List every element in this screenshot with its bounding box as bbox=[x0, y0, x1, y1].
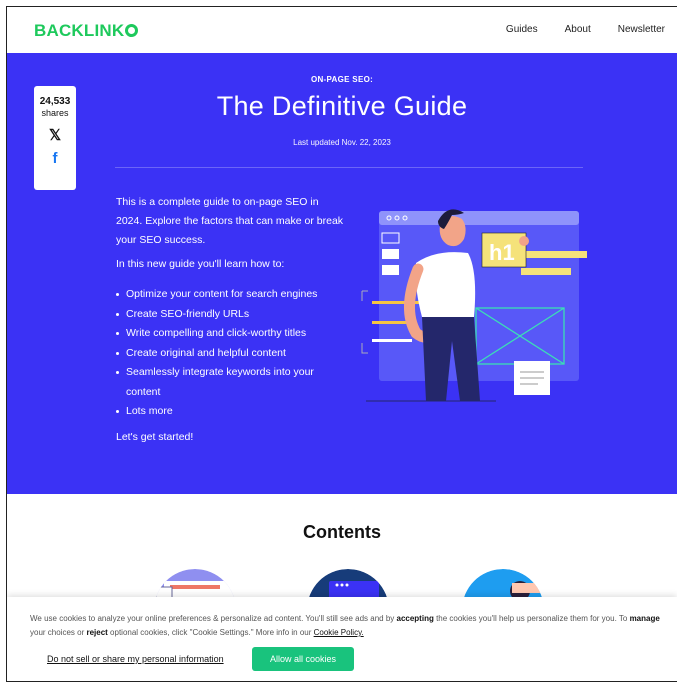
intro-text: This is a complete guide to on-page SEO … bbox=[116, 196, 344, 246]
list-item: Create SEO-friendly URLs bbox=[116, 305, 346, 325]
allow-all-cookies-button[interactable]: Allow all cookies bbox=[252, 647, 354, 671]
cookie-text-part: We use cookies to analyze your online pr… bbox=[30, 614, 397, 623]
cookie-text-part: your choices or bbox=[30, 628, 87, 637]
cookie-text-accepting: accepting bbox=[396, 614, 434, 623]
browser-frame: BACKLINK Guides About Newsletter 24,533 … bbox=[6, 6, 677, 682]
intro-subtitle: In this new guide you'll learn how to: bbox=[116, 258, 285, 270]
facebook-icon[interactable]: f bbox=[34, 150, 76, 167]
learn-list: Optimize your content for search engines… bbox=[116, 285, 346, 422]
h1-tag-illustration: h1 bbox=[489, 240, 515, 265]
cookie-text-part: optional cookies, click "Cookie Settings… bbox=[107, 628, 314, 637]
get-started-text: Let's get started! bbox=[116, 431, 194, 443]
contents-heading: Contents bbox=[303, 522, 381, 542]
cookie-banner: We use cookies to analyze your online pr… bbox=[7, 597, 677, 681]
hero-divider bbox=[115, 167, 583, 168]
hero-section: 24,533 shares 𝕏 f ON-PAGE SEO: The Defin… bbox=[7, 53, 677, 494]
nav-about[interactable]: About bbox=[565, 24, 591, 35]
cookie-text: We use cookies to analyze your online pr… bbox=[30, 612, 660, 640]
site-logo[interactable]: BACKLINK bbox=[34, 21, 139, 41]
list-item: Lots more bbox=[116, 402, 346, 422]
last-updated: Last updated Nov. 22, 2023 bbox=[293, 138, 391, 147]
cookie-text-part: the cookies you'll help us personalize t… bbox=[433, 614, 630, 623]
cookie-text-reject: reject bbox=[86, 628, 108, 637]
site-header: BACKLINK Guides About Newsletter bbox=[7, 7, 677, 53]
list-item: Optimize your content for search engines bbox=[116, 285, 346, 305]
do-not-sell-link[interactable]: Do not sell or share my personal informa… bbox=[47, 654, 224, 664]
nav-guides[interactable]: Guides bbox=[506, 24, 538, 35]
page-kicker: ON-PAGE SEO: bbox=[310, 75, 374, 84]
main-nav: Guides About Newsletter bbox=[506, 24, 665, 35]
page-title: The Definitive Guide bbox=[216, 91, 468, 121]
nav-newsletter[interactable]: Newsletter bbox=[618, 24, 665, 35]
logo-text: BACKLINK bbox=[34, 21, 125, 40]
logo-o-mark bbox=[125, 24, 139, 37]
list-item: Seamlessly integrate keywords into your … bbox=[116, 363, 346, 402]
cookie-policy-link[interactable]: Cookie Policy. bbox=[314, 628, 364, 637]
cookie-text-manage: manage bbox=[629, 614, 660, 623]
list-item: Create original and helpful content bbox=[116, 344, 346, 364]
hero-illustration: h1 bbox=[361, 209, 587, 402]
list-item: Write compelling and click-worthy titles bbox=[116, 324, 346, 344]
